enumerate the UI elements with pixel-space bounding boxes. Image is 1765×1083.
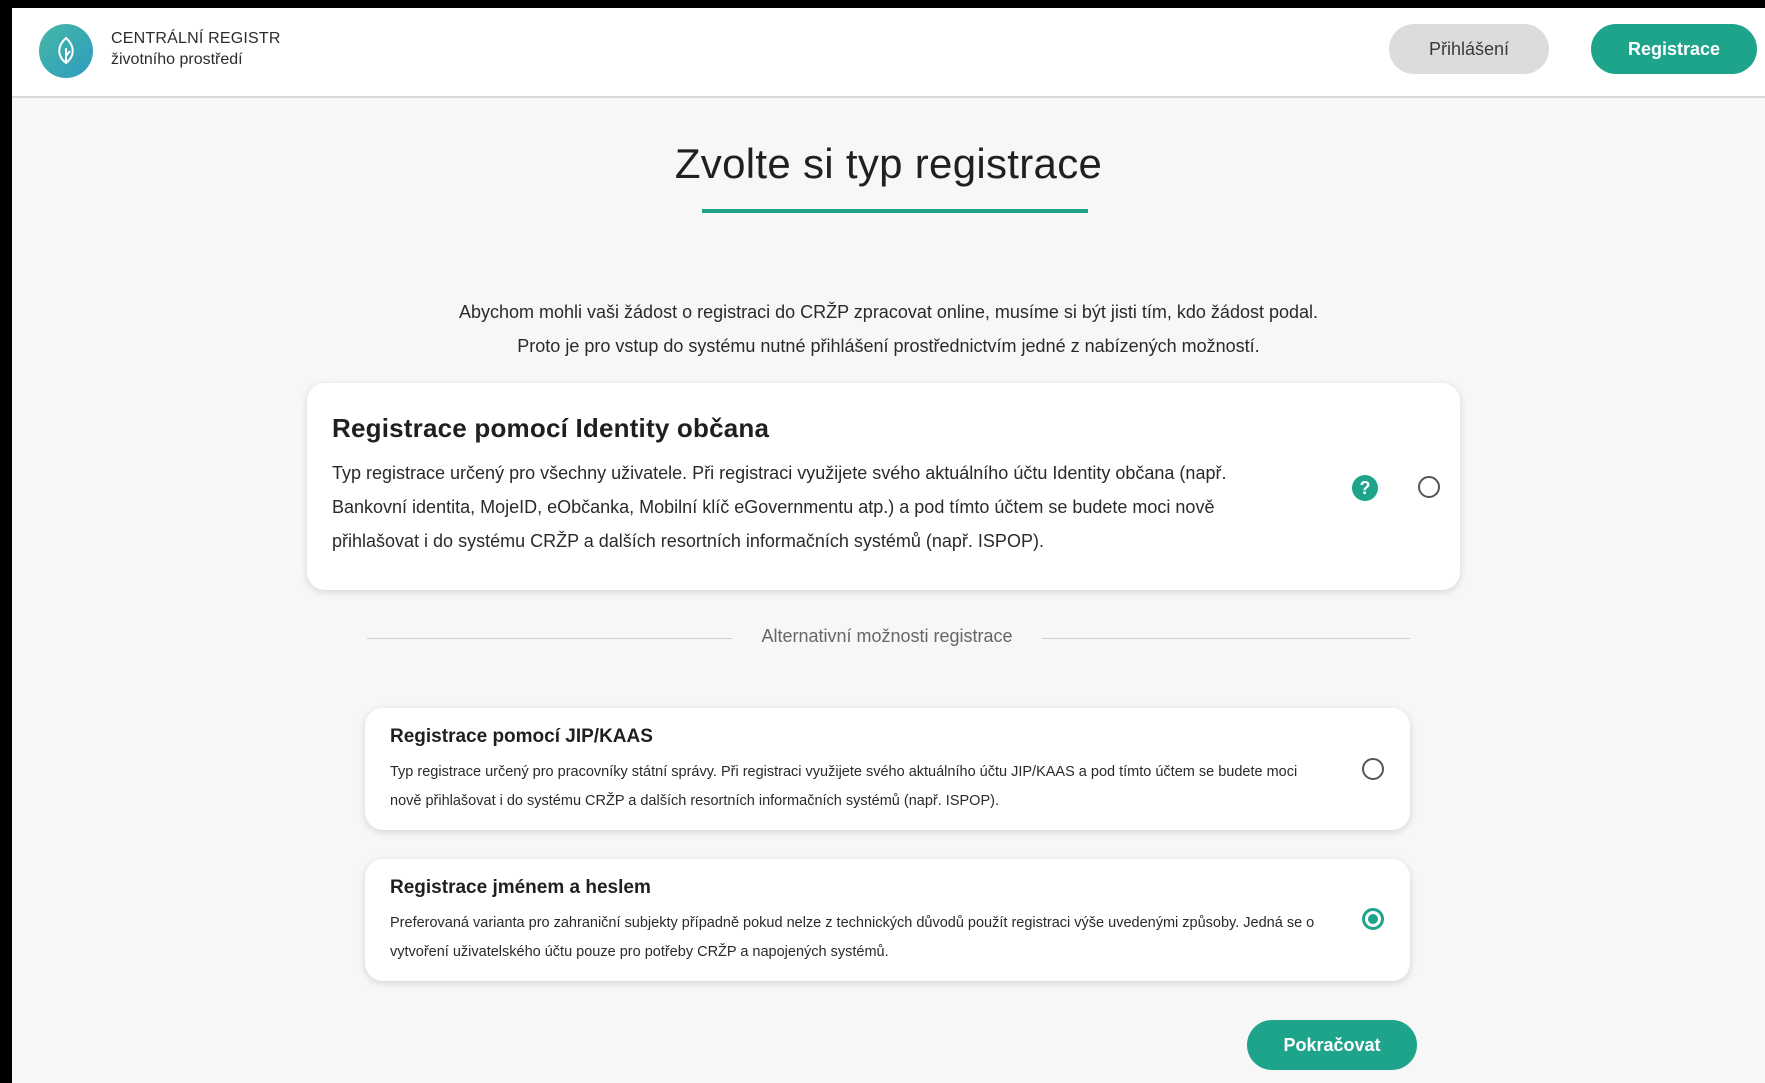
page-title: Zvolte si typ registrace	[674, 140, 1103, 187]
option-title-identity: Registrace pomocí Identity občana	[332, 413, 770, 443]
radio-jip-kaas[interactable]	[1362, 758, 1384, 780]
separator-label: Alternativní možnosti registrace	[761, 626, 1013, 646]
separator-line-right	[1042, 638, 1410, 639]
option-title-name-password: Registrace jménem a heslem	[390, 877, 651, 898]
option-card-identity[interactable]: Registrace pomocí Identity občana Typ re…	[307, 383, 1460, 590]
register-button[interactable]: Registrace	[1591, 24, 1757, 74]
option-card-name-password[interactable]: Registrace jménem a heslem Preferovaná v…	[365, 859, 1410, 981]
title-underline	[702, 209, 1088, 213]
help-circle-icon[interactable]: ?	[1352, 475, 1378, 501]
login-button[interactable]: Přihlášení	[1389, 24, 1549, 74]
brand-line-1: CENTRÁLNÍ REGISTR	[111, 30, 281, 47]
option-description-identity: Typ registrace určený pro všechny uživat…	[332, 463, 1227, 551]
leaf-logo-icon[interactable]	[39, 24, 93, 78]
separator-line-left	[367, 638, 732, 639]
option-description-name-password: Preferovaná varianta pro zahraniční subj…	[390, 915, 1315, 960]
option-description-jip-kaas: Typ registrace určený pro pracovníky stá…	[390, 764, 1298, 809]
page-frame: CENTRÁLNÍ REGISTR životního prostředí Př…	[12, 8, 1765, 1083]
brand-name[interactable]: CENTRÁLNÍ REGISTR životního prostředí	[111, 28, 281, 70]
top-header: CENTRÁLNÍ REGISTR životního prostředí Př…	[12, 8, 1765, 98]
intro-line-2: Proto je pro vstup do systému nutné přih…	[517, 336, 1260, 356]
intro-line-1: Abychom mohli vaši žádost o registraci d…	[458, 302, 1319, 322]
option-card-jip-kaas[interactable]: Registrace pomocí JIP/KAAS Typ registrac…	[365, 708, 1410, 830]
intro-text: Abychom mohli vaši žádost o registraci d…	[12, 295, 1765, 363]
brand-line-2: životního prostředí	[111, 51, 243, 68]
radio-name-password[interactable]	[1362, 908, 1384, 930]
continue-button[interactable]: Pokračovat	[1247, 1020, 1417, 1070]
radio-identity[interactable]	[1418, 476, 1440, 498]
option-title-jip-kaas: Registrace pomocí JIP/KAAS	[390, 726, 653, 747]
